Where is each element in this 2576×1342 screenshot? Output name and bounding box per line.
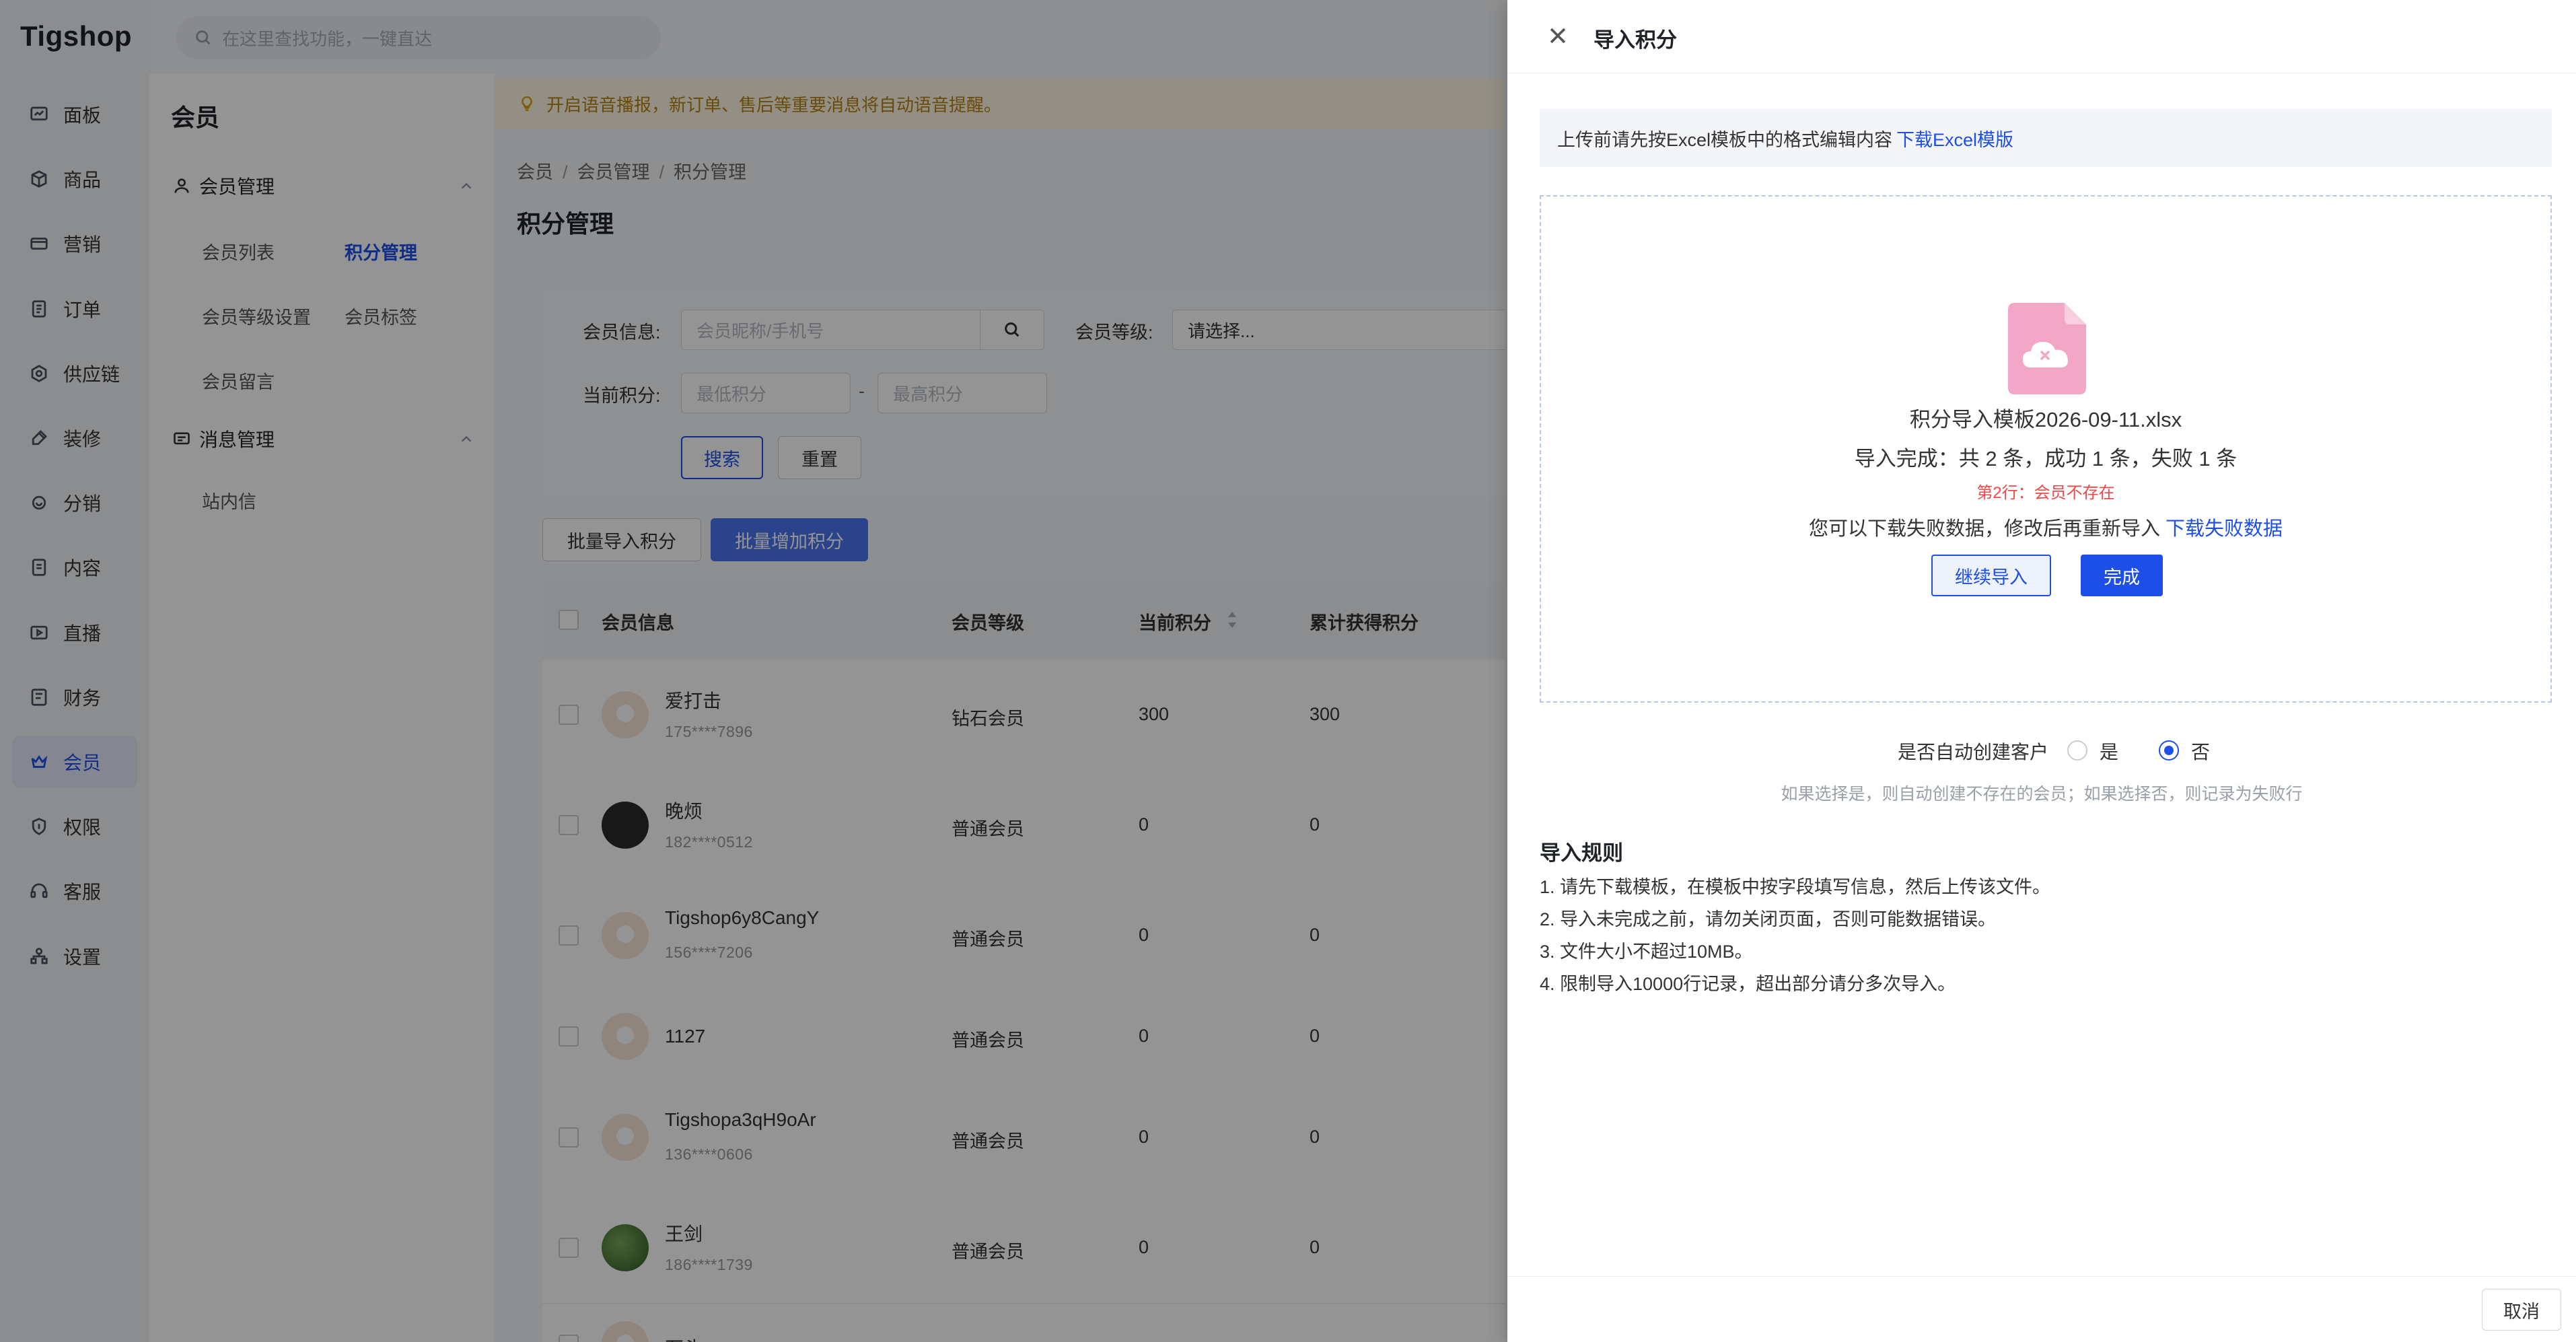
modal-mask[interactable]: [0, 0, 1507, 1342]
import-rule-item: 2. 导入未完成之前，请勿关闭页面，否则可能数据错误。: [1540, 909, 1997, 929]
continue-import-button[interactable]: 继续导入: [1931, 555, 2051, 596]
fail-data-tip-text: 您可以下载失败数据，修改后再重新导入: [1808, 518, 2160, 540]
import-rule-item: 3. 文件大小不超过10MB。: [1540, 942, 1753, 962]
drawer-title: 导入积分: [1594, 28, 1677, 52]
import-rule-item: 4. 限制导入10000行记录，超出部分请分多次导入。: [1540, 974, 1956, 994]
import-points-drawer: 导入积分 上传前请先按Excel模板中的格式编辑内容 下载Excel模版 积分导…: [1507, 0, 2576, 1342]
template-tip: 上传前请先按Excel模板中的格式编辑内容 下载Excel模版: [1540, 109, 2552, 167]
download-fail-data-link[interactable]: 下载失败数据: [2166, 518, 2283, 540]
auto-create-no-label[interactable]: 否: [2191, 738, 2210, 765]
import-result-summary: 导入完成：共 2 条，成功 1 条，失败 1 条: [1854, 447, 2238, 470]
download-template-link[interactable]: 下载Excel模版: [1896, 125, 2013, 151]
cancel-button[interactable]: 取消: [2482, 1289, 2561, 1331]
auto-create-hint: 如果选择是，则自动创建不存在的会员；如果选择否，则记录为失败行: [1781, 785, 2303, 804]
import-rules-title: 导入规则: [1540, 841, 1623, 865]
done-button[interactable]: 完成: [2081, 555, 2163, 596]
drawer-header: 导入积分: [1507, 0, 2576, 73]
auto-create-yes-label[interactable]: 是: [2100, 738, 2118, 765]
auto-create-no-radio[interactable]: [2159, 740, 2179, 761]
auto-create-label: 是否自动创建客户: [1898, 742, 2049, 763]
close-icon[interactable]: [1546, 24, 1569, 47]
drawer-footer: 取消: [1507, 1276, 2576, 1342]
import-rule-item: 1. 请先下载模板，在模板中按字段填写信息，然后上传该文件。: [1540, 877, 2051, 897]
template-tip-text: 上传前请先按Excel模板中的格式编辑内容: [1557, 129, 1893, 150]
import-error-message: 第2行：会员不存在: [1976, 484, 2115, 502]
upload-dropzone[interactable]: 积分导入模板2026-09-11.xlsx 导入完成：共 2 条，成功 1 条，…: [1540, 195, 2552, 703]
file-error-icon: [2008, 303, 2086, 394]
auto-create-yes-radio[interactable]: [2067, 740, 2087, 761]
uploaded-file-name: 积分导入模板2026-09-11.xlsx: [1909, 408, 2182, 431]
app-root: Tigshop 面板 商品 营销 订单 供应链 装修 分销 内容 直播 财务 会员 权限 客服 设置 在这…: [0, 0, 2576, 1342]
fail-data-tip: 您可以下载失败数据，修改后再重新导入 下载失败数据: [1541, 513, 2550, 541]
auto-create-customer-field: 是否自动创建客户 是 否: [1507, 734, 2576, 766]
